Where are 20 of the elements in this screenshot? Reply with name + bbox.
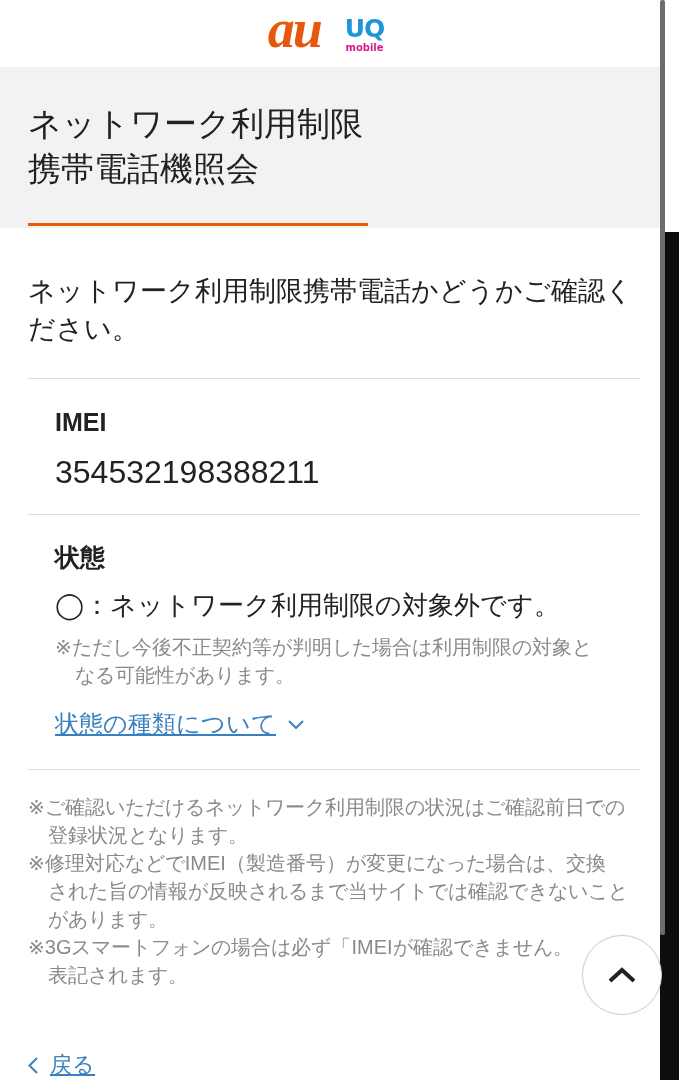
footnote-text: ※3Gスマートフォンの場合は必ず「IMEIが確認できません。 表記されます。 <box>28 935 573 988</box>
intro-text: ネットワーク利用制限携帯電話かどうかご確認く ださい。 <box>28 275 633 346</box>
chevron-down-icon[interactable] <box>288 719 304 729</box>
page-title: 携帯電話機照会 <box>28 148 259 189</box>
chevron-up-icon <box>608 967 636 983</box>
imei-value: 354532198388211 <box>55 453 320 492</box>
page-title: ネットワーク利用制限 <box>28 103 363 144</box>
imei-label: IMEI <box>55 407 107 437</box>
logo-text: UQ <box>344 16 385 43</box>
state-label: 状態 <box>55 542 105 572</box>
logo-text: au <box>267 9 321 58</box>
footnote-text: ※修理対応などでIMEI（製造番号）が変更になった場合は、交換 された旨の情報が反映されるまで当サイトでは確認できないこと があります。 <box>28 851 628 932</box>
chevron-left-icon[interactable] <box>28 1056 38 1074</box>
state-status: ◯：ネットワーク利用制限の対象外です。 <box>55 589 561 623</box>
scrollbar-thumb[interactable] <box>660 0 665 935</box>
footnote-text: ※ご確認いただけるネットワーク利用制限の状況はご確認前日での 登録状況となります。 <box>28 795 625 848</box>
back-link[interactable]: 戻る <box>50 1050 95 1080</box>
logo-caption: mobile <box>345 42 384 55</box>
state-types-link[interactable]: 状態の種類について <box>55 707 276 741</box>
state-note: ※ただし今後不正契約等が判明した場合は利用制限の対象と なる可能性があります。 <box>55 635 592 688</box>
